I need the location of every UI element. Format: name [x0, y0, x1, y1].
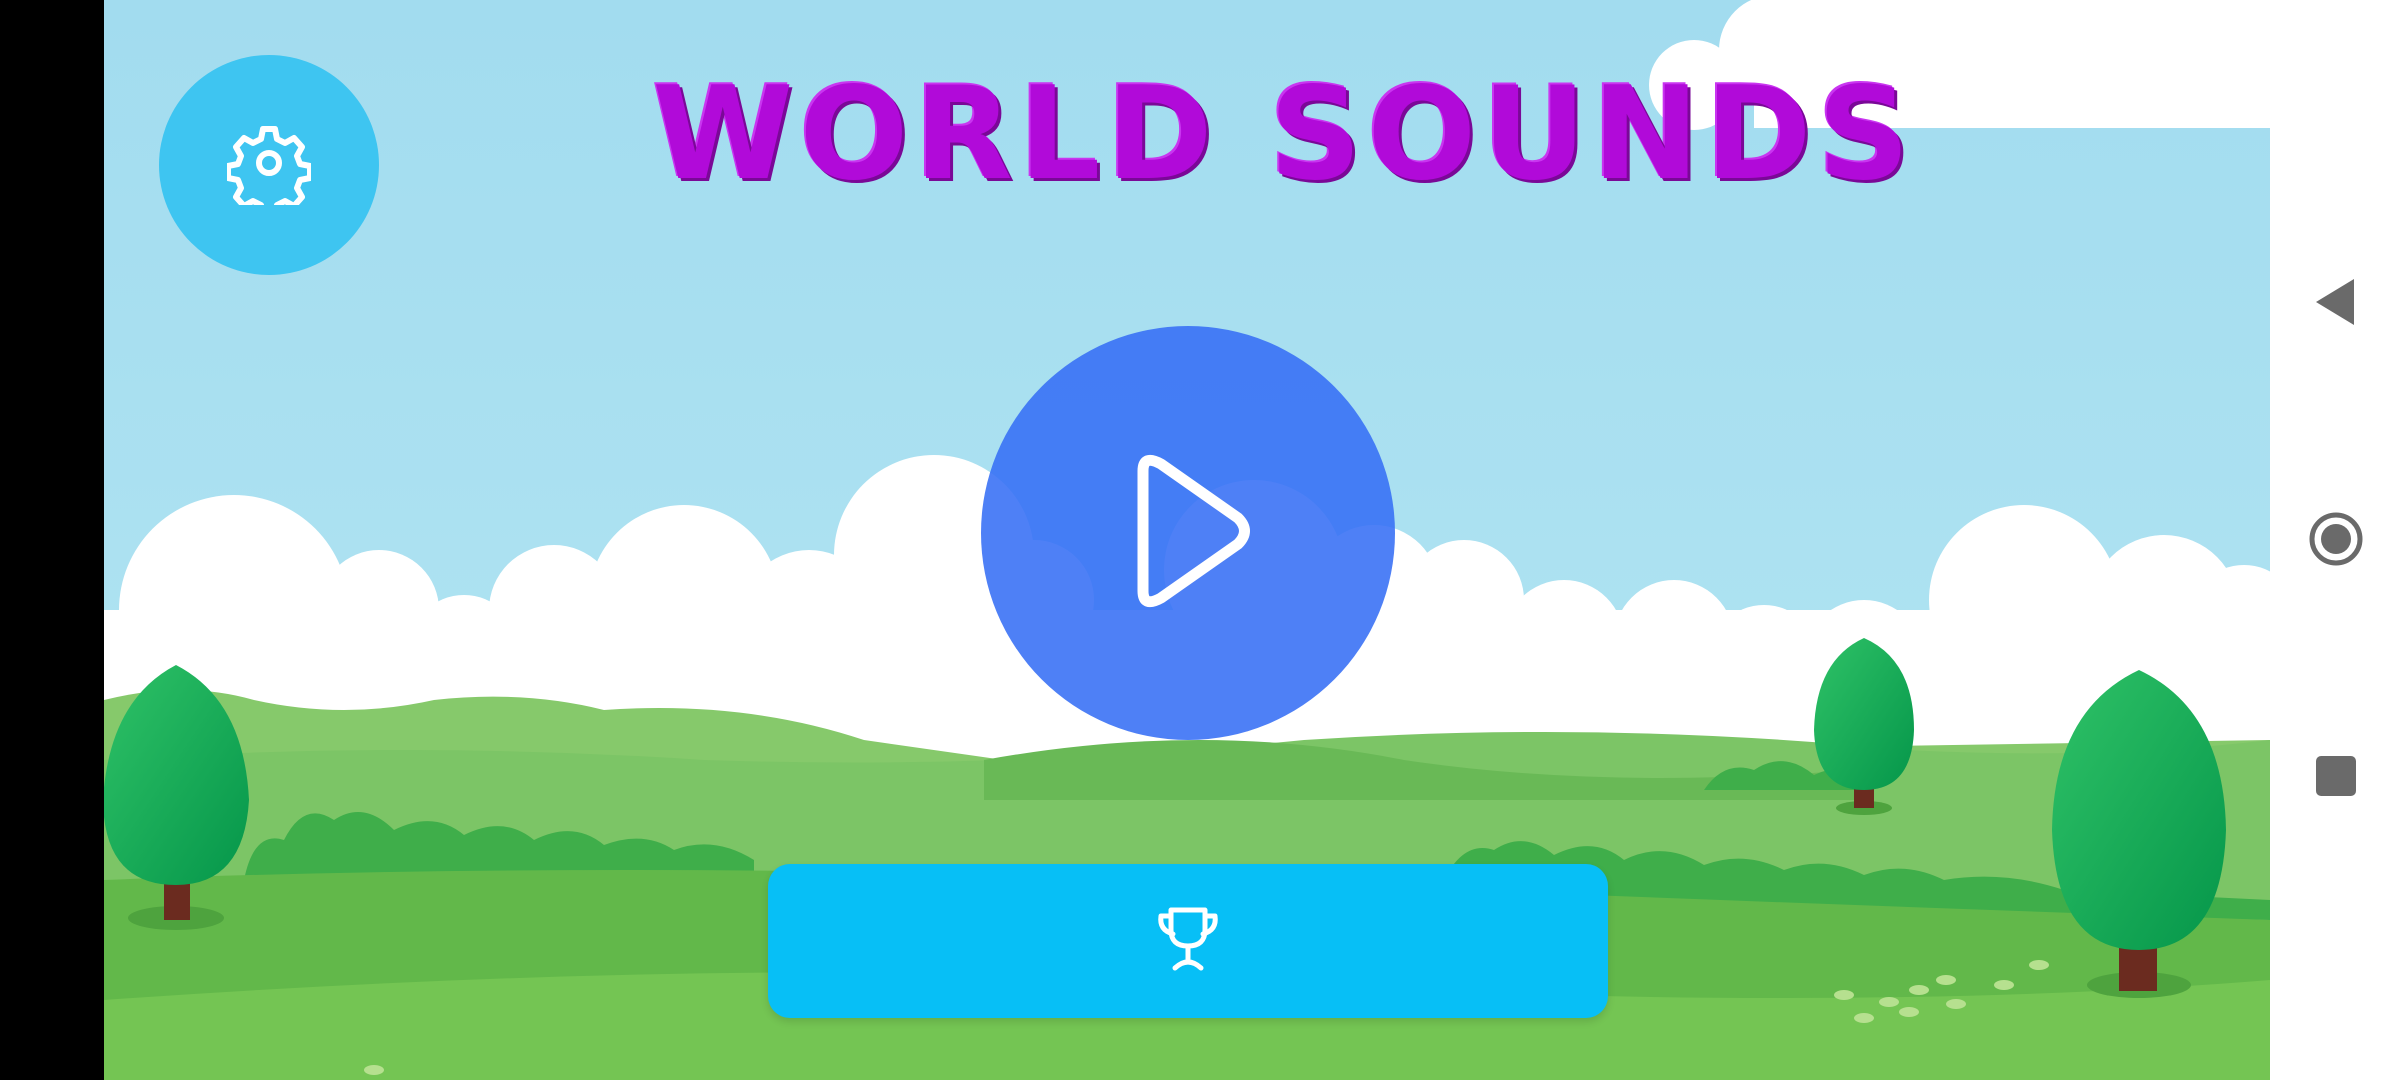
leaderboard-button[interactable] [768, 864, 1608, 1018]
settings-button[interactable] [159, 55, 379, 275]
game-screen: WORLD SOUNDS [104, 0, 2270, 1080]
back-button[interactable] [2310, 278, 2362, 330]
trophy-icon [1153, 904, 1223, 978]
home-circle-icon [2308, 511, 2364, 571]
left-edge-bar [0, 0, 104, 1080]
play-button[interactable] [981, 326, 1395, 740]
home-button[interactable] [2309, 512, 2363, 567]
game-title: WORLD SOUNDS [652, 60, 1916, 209]
recents-square-icon [2315, 755, 2357, 801]
gear-icon [225, 121, 313, 218]
recents-button[interactable] [2310, 752, 2362, 804]
back-triangle-icon [2314, 277, 2358, 331]
play-icon [1113, 446, 1263, 620]
